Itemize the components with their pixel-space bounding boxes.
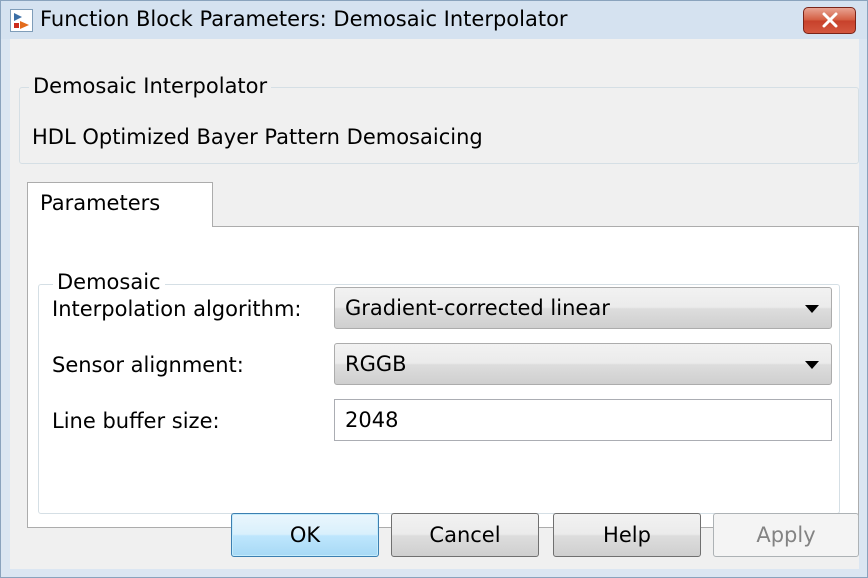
line-buffer-size-input[interactable] [335, 400, 831, 440]
interpolation-algorithm-value: Gradient-corrected linear [345, 296, 610, 320]
sensor-alignment-label: Sensor alignment: [52, 353, 244, 377]
tab-parameters[interactable]: Parameters [27, 182, 213, 227]
tab-parameters-label: Parameters [40, 191, 161, 215]
close-button[interactable] [803, 7, 856, 34]
window-title: Function Block Parameters: Demosaic Inte… [40, 7, 568, 31]
dialog-window: Function Block Parameters: Demosaic Inte… [0, 0, 868, 578]
chevron-down-icon [805, 361, 819, 369]
simulink-block-icon [10, 9, 33, 32]
ok-button[interactable]: OK [231, 513, 379, 557]
line-buffer-size-label: Line buffer size: [52, 409, 220, 433]
chevron-down-icon [805, 305, 819, 313]
interpolation-algorithm-dropdown[interactable]: Gradient-corrected linear [334, 287, 832, 329]
apply-button: Apply [713, 513, 859, 557]
title-bar[interactable]: Function Block Parameters: Demosaic Inte… [1, 1, 867, 39]
demosaic-group-legend: Demosaic [53, 270, 165, 294]
block-description: HDL Optimized Bayer Pattern Demosaicing [32, 125, 483, 149]
description-group-legend: Demosaic Interpolator [29, 74, 272, 98]
interpolation-algorithm-label: Interpolation algorithm: [52, 297, 302, 321]
sensor-alignment-value: RGGB [345, 352, 407, 376]
cancel-button[interactable]: Cancel [391, 513, 539, 557]
close-icon [821, 9, 839, 33]
line-buffer-size-field[interactable] [334, 399, 832, 441]
help-button[interactable]: Help [553, 513, 701, 557]
sensor-alignment-dropdown[interactable]: RGGB [334, 343, 832, 385]
